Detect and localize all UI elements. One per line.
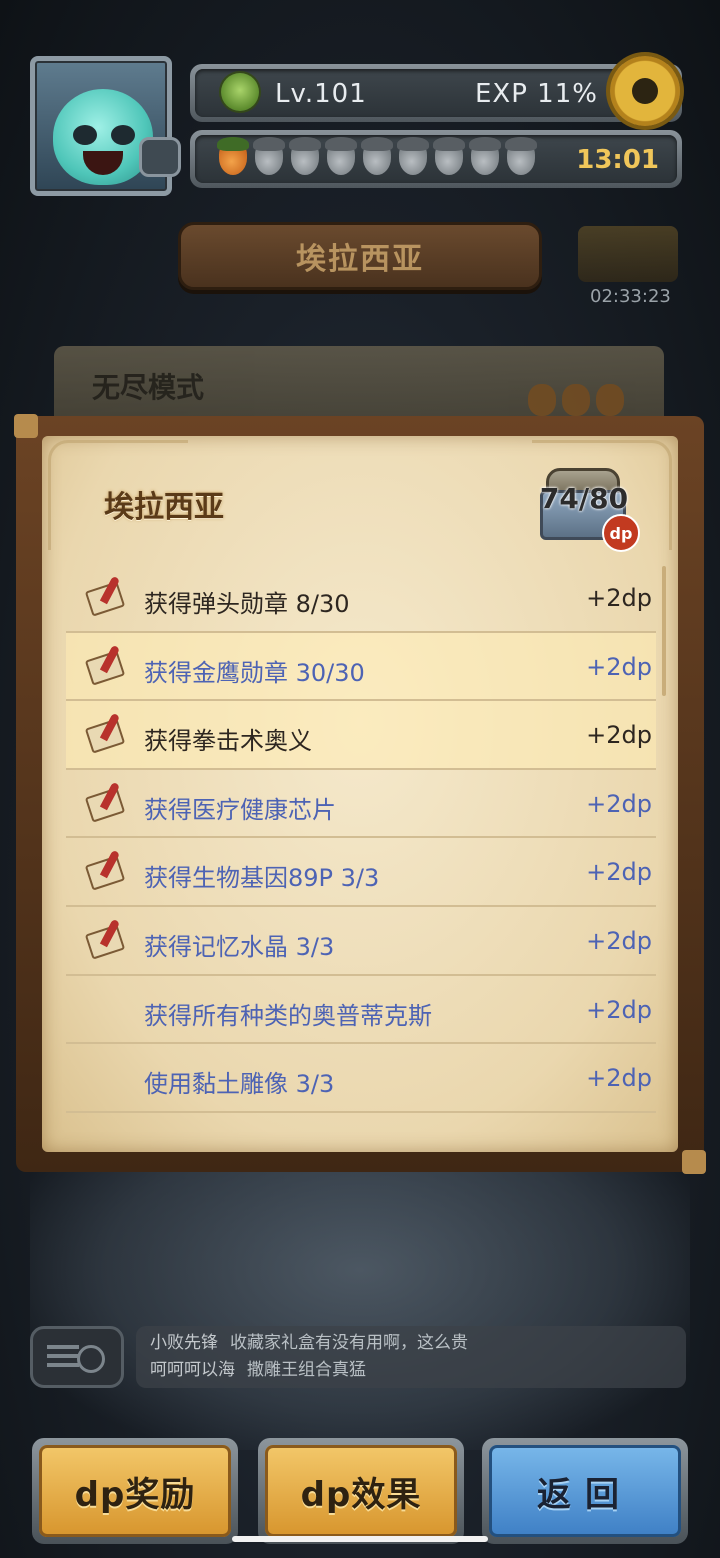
acorn-icon (562, 384, 590, 416)
snow-map-background (30, 1150, 690, 1450)
task-reward: +2dp (586, 652, 652, 681)
acorn-icon (217, 137, 249, 175)
task-row[interactable]: 获得医疗健康芯片 +2dp (66, 770, 656, 839)
dp-effect-label: dp效果 (265, 1445, 457, 1537)
task-reward: +2dp (586, 926, 652, 955)
chat-message: 撒雕王组合真猛 (247, 1360, 366, 1380)
task-reward: +2dp (586, 995, 652, 1024)
task-label: 使用黏土雕像 3/3 (144, 1070, 335, 1099)
acorn-icon (289, 137, 321, 175)
acorn-icon (596, 384, 624, 416)
avatar-eye (111, 125, 135, 145)
acorn-icon (528, 384, 556, 416)
level-text: Lv.101 (275, 79, 367, 109)
treasure-chest-icon: dp 74/80 (536, 462, 640, 552)
task-row[interactable]: 获得弹头勋章 8/30 +2dp (66, 564, 656, 633)
scroll-quill-icon (84, 850, 128, 894)
dp-panel: 埃拉西亚 dp 74/80 获得弹头勋章 8/30 +2dp 获得金鹰勋章 30/3… (14, 414, 706, 1174)
back-button[interactable]: 返回 (482, 1438, 688, 1544)
stamina-bar: 13:01 (190, 130, 682, 188)
clover-icon (221, 73, 259, 111)
task-reward: +2dp (586, 1064, 652, 1093)
scroll-quill-icon (84, 644, 128, 689)
gift-timer: 02:33:23 (590, 286, 671, 307)
dp-badge: dp (602, 514, 640, 552)
back-label: 返回 (489, 1445, 681, 1537)
task-label: 获得所有种类的奥普蒂克斯 (144, 1001, 432, 1030)
dp-reward-label: dp奖励 (39, 1445, 231, 1537)
region-name: 埃拉西亚 (296, 242, 424, 277)
task-row[interactable]: 获得生物基因89P 3/3 +2dp (66, 838, 656, 907)
avatar-eye (73, 125, 97, 145)
dp-effect-button[interactable]: dp效果 (258, 1438, 464, 1544)
scrollbar[interactable] (662, 566, 666, 696)
parchment: 埃拉西亚 dp 74/80 获得弹头勋章 8/30 +2dp 获得金鹰勋章 30/3… (42, 436, 678, 1152)
chat-line: 呵呵呵以海 撒雕王组合真猛 (150, 1357, 672, 1384)
region-sign: 埃拉西亚 (178, 222, 542, 290)
task-reward: +2dp (586, 858, 652, 887)
pet-robot-icon (139, 137, 181, 177)
acorn-icon (253, 137, 285, 175)
chat-sender: 呵呵呵以海 (150, 1360, 235, 1380)
avatar-creature (53, 89, 153, 185)
radio-icon[interactable] (30, 1326, 124, 1388)
task-row[interactable]: 获得拳击术奥义 +2dp (66, 701, 656, 770)
scroll-quill-icon (84, 781, 128, 826)
chat-line: 小败先锋 收藏家礼盒有没有用啊，这么贵 (150, 1330, 672, 1357)
scroll-quill-icon (84, 575, 128, 620)
task-label: 获得生物基因89P 3/3 (144, 864, 380, 893)
stamina-acorns (217, 137, 537, 179)
level-bar: Lv.101 EXP 11% (190, 64, 682, 122)
chat-message: 收藏家礼盒有没有用啊，这么贵 (230, 1333, 468, 1353)
scroll-quill-icon (84, 712, 128, 757)
acorn-icon (433, 137, 465, 175)
task-list[interactable]: 获得弹头勋章 8/30 +2dp 获得金鹰勋章 30/30 +2dp 获得拳击术奥义 +2… (66, 564, 656, 1113)
task-row[interactable]: 使用黏土雕像 3/3 +2dp (66, 1044, 656, 1113)
acorn-icon (325, 137, 357, 175)
player-avatar[interactable] (30, 56, 181, 196)
exp-text: EXP 11% (475, 79, 598, 109)
gift-box-icon[interactable] (578, 226, 678, 282)
avatar-mouth (83, 151, 123, 175)
world-chat[interactable]: 小败先锋 收藏家礼盒有没有用啊，这么贵 呵呵呵以海 撒雕王组合真猛 (30, 1326, 686, 1388)
acorn-icon (469, 137, 501, 175)
acorn-icons (528, 384, 624, 416)
panel-title: 埃拉西亚 (104, 490, 224, 525)
acorn-icon (397, 137, 429, 175)
chest-count: 74/80 (539, 482, 629, 515)
task-reward: +2dp (586, 789, 652, 818)
task-row[interactable]: 获得金鹰勋章 30/30 +2dp (66, 632, 656, 702)
stamina-timer: 13:01 (576, 145, 659, 175)
task-row[interactable]: 获得所有种类的奥普蒂克斯 +2dp (66, 976, 656, 1045)
dp-reward-button[interactable]: dp奖励 (32, 1438, 238, 1544)
home-indicator (232, 1536, 488, 1542)
task-reward: +2dp (586, 721, 652, 750)
task-label: 获得医疗健康芯片 (144, 795, 336, 824)
task-reward: +2dp (586, 584, 652, 612)
acorn-icon (505, 137, 537, 175)
acorn-icon (361, 137, 393, 175)
task-label: 获得拳击术奥义 (144, 727, 312, 756)
task-row[interactable]: 获得记忆水晶 3/3 +2dp (66, 907, 656, 976)
chat-box[interactable]: 小败先锋 收藏家礼盒有没有用啊，这么贵 呵呵呵以海 撒雕王组合真猛 (136, 1326, 686, 1388)
task-label: 获得弹头勋章 8/30 (144, 590, 350, 618)
scroll-quill-icon (84, 918, 128, 963)
endless-mode-title: 无尽模式 (92, 371, 205, 404)
chat-sender: 小败先锋 (150, 1333, 218, 1353)
task-label: 获得金鹰勋章 30/30 (144, 658, 365, 687)
task-label: 获得记忆水晶 3/3 (144, 932, 335, 961)
gear-icon[interactable] (610, 56, 680, 126)
